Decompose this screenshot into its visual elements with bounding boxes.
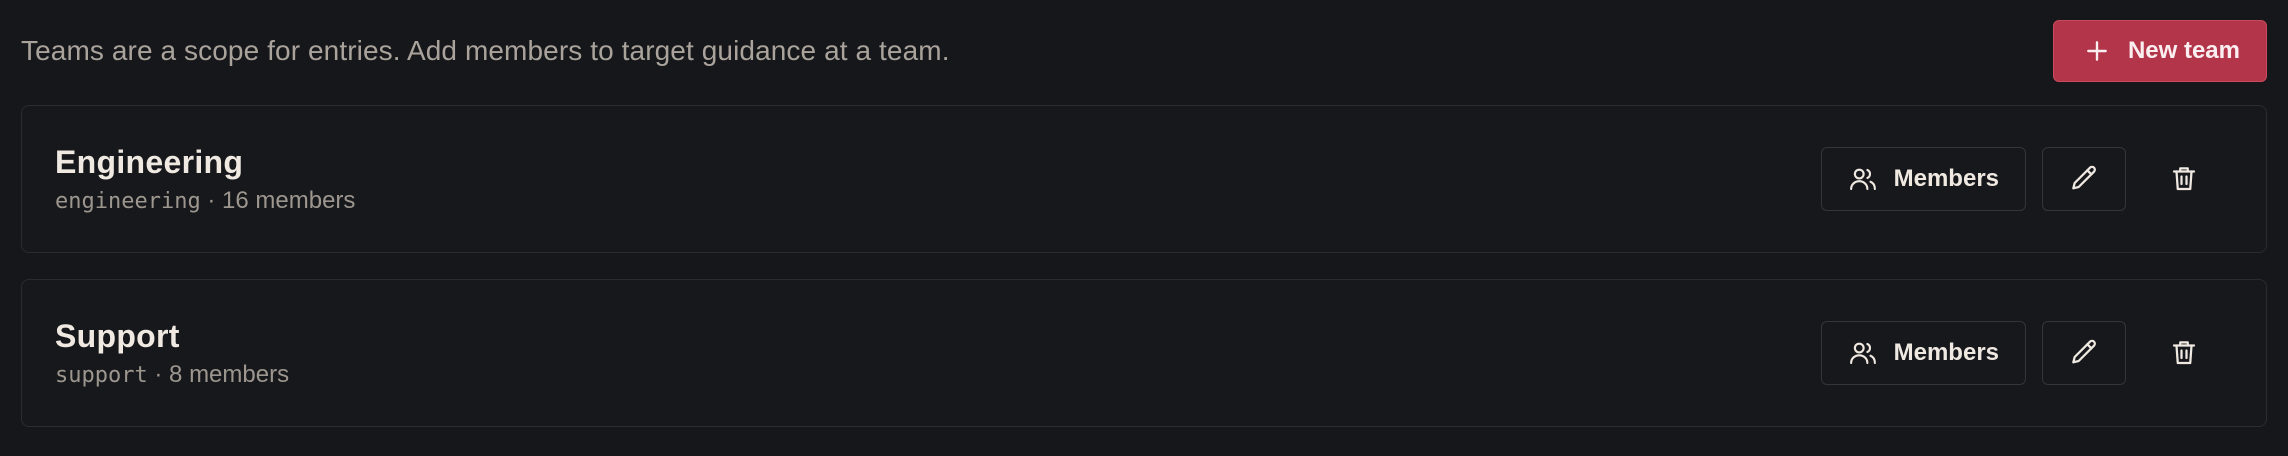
members-button[interactable]: Members bbox=[1820, 147, 2026, 211]
new-team-button[interactable]: New team bbox=[2052, 19, 2267, 82]
team-info: Engineering engineering · 16 members bbox=[55, 144, 355, 215]
trash-icon bbox=[2169, 164, 2199, 194]
pencil-icon bbox=[2068, 337, 2100, 369]
delete-team-button[interactable] bbox=[2142, 321, 2226, 385]
meta-separator: · bbox=[200, 186, 223, 214]
team-member-count: 16 members bbox=[222, 186, 356, 214]
team-slug: support bbox=[55, 362, 148, 388]
new-team-label: New team bbox=[2127, 36, 2240, 64]
trash-icon bbox=[2169, 338, 2199, 368]
team-card: Support support · 8 members Members bbox=[21, 279, 2267, 427]
teams-description: Teams are a scope for entries. Add membe… bbox=[21, 34, 950, 66]
delete-team-button[interactable] bbox=[2142, 147, 2226, 211]
team-actions: Members bbox=[1820, 147, 2226, 211]
pencil-icon bbox=[2068, 163, 2100, 195]
users-icon bbox=[1848, 338, 1878, 368]
users-icon bbox=[1848, 164, 1878, 194]
team-slug: engineering bbox=[55, 188, 201, 214]
team-actions: Members bbox=[1820, 321, 2226, 385]
edit-team-button[interactable] bbox=[2042, 147, 2126, 211]
team-name: Engineering bbox=[55, 143, 244, 180]
team-meta: support · 8 members bbox=[55, 361, 289, 389]
team-name: Support bbox=[55, 317, 180, 354]
members-button[interactable]: Members bbox=[1820, 321, 2026, 385]
edit-team-button[interactable] bbox=[2042, 321, 2126, 385]
meta-separator: · bbox=[147, 360, 170, 388]
team-info: Support support · 8 members bbox=[55, 318, 289, 389]
members-button-label: Members bbox=[1893, 165, 1999, 192]
teams-page: Teams are a scope for entries. Add membe… bbox=[0, 0, 2288, 456]
team-list: Engineering engineering · 16 members Mem… bbox=[21, 105, 2267, 427]
members-button-label: Members bbox=[1893, 339, 1999, 366]
team-member-count: 8 members bbox=[169, 360, 290, 388]
plus-icon bbox=[2084, 38, 2110, 64]
teams-header: Teams are a scope for entries. Add membe… bbox=[21, 0, 2267, 105]
team-meta: engineering · 16 members bbox=[55, 187, 355, 215]
team-card: Engineering engineering · 16 members Mem… bbox=[21, 105, 2267, 253]
